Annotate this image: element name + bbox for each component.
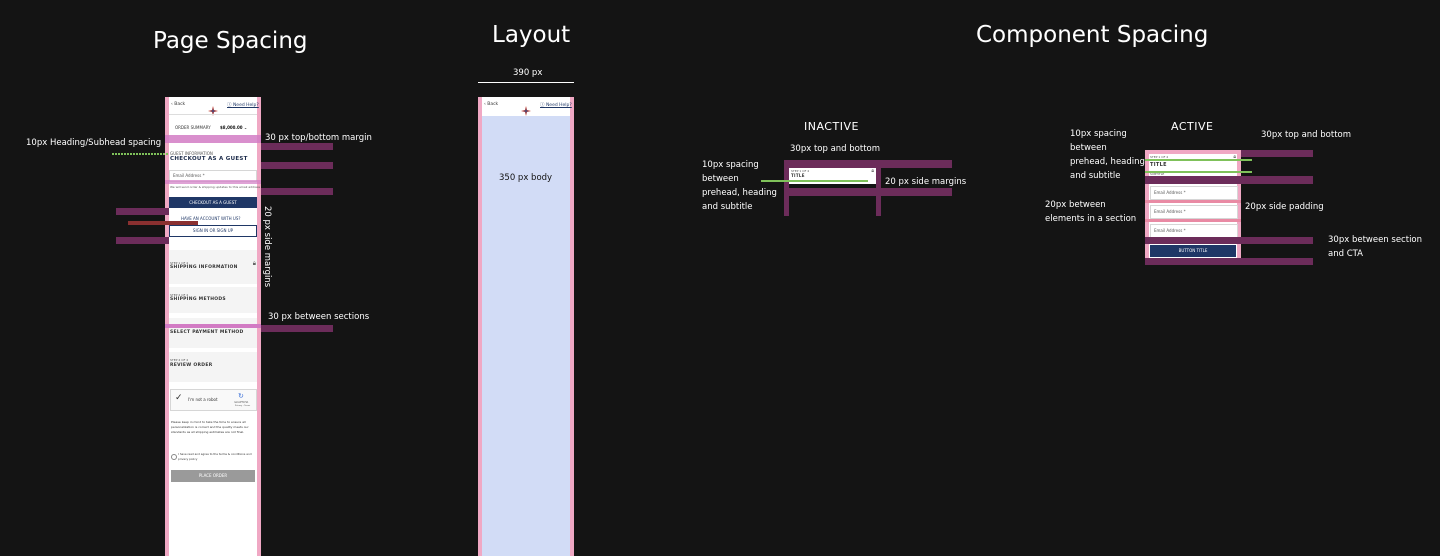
field-spacing-guide	[165, 180, 261, 184]
captcha-box[interactable]: ✓ I'm not a robot ↻ reCAPTCHA Privacy - …	[170, 389, 257, 411]
layout-width-label: 390 px	[513, 68, 543, 78]
step-select-payment[interactable]: STEP 3 OF 4 SELECT PAYMENT METHOD	[169, 318, 257, 348]
layout-back-link[interactable]: ‹ Back	[484, 102, 498, 107]
section-gap-bar-2	[128, 221, 198, 225]
heading-spacing-guide	[112, 153, 168, 155]
section-gap-bar-1	[116, 208, 169, 215]
active-field-2[interactable]: Email Address *	[1150, 205, 1238, 219]
active-note-elements: 20px between elements in a section	[1045, 200, 1137, 224]
step-shipping-information[interactable]: STEP 1 OF 4 SHIPPING INFORMATION 🔒︎	[169, 250, 257, 284]
order-summary-label: ORDER SUMMARY	[175, 125, 211, 130]
inactive-label: INACTIVE	[804, 120, 859, 133]
checkout-heading: CHECKOUT AS A GUEST	[170, 156, 248, 162]
layout-right-margin	[570, 97, 574, 556]
active-field-3[interactable]: Email Address *	[1150, 224, 1238, 238]
bottom-margin-bar	[261, 188, 333, 195]
between-sections-guide	[165, 324, 261, 328]
need-help-link[interactable]: ⓘ Need Help?	[227, 102, 259, 108]
active-prehead-guide-2	[1145, 171, 1252, 173]
inactive-note-prehead: 10px spacing between prehead, heading an…	[702, 160, 777, 212]
header-divider	[169, 114, 257, 115]
inactive-bottom-bar	[784, 188, 952, 196]
active-note-top-bottom: 30px top and bottom	[1261, 130, 1352, 140]
sign-in-button[interactable]: SIGN IN OR SIGN UP	[169, 225, 257, 237]
agree-checkbox[interactable]	[171, 454, 177, 460]
active-prehead-guide-1	[1145, 159, 1252, 161]
agree-text: I have read and agree to the terms & con…	[178, 452, 252, 461]
heading-margin-bar	[261, 162, 333, 169]
layout-body-label: 350 px body	[499, 173, 553, 183]
recaptcha-icon: ↻	[238, 392, 244, 400]
inactive-lock-icon: 🔒︎	[871, 168, 874, 174]
note-heading-subhead: 10px Heading/Subhead spacing	[26, 138, 162, 148]
active-field-1[interactable]: Email Address *	[1150, 186, 1238, 200]
back-link[interactable]: ‹ Back	[171, 102, 185, 107]
component-spacing-title: Component Spacing	[976, 22, 1209, 48]
inactive-note-top-bottom: 30px top and bottom	[790, 144, 881, 154]
note-side-margins: 20 px side margins	[262, 206, 272, 288]
inactive-note-side: 20 px side margins	[885, 177, 967, 187]
inactive-top-bar	[784, 160, 952, 168]
checkout-guest-button[interactable]: CHECKOUT AS A GUEST	[169, 197, 257, 208]
note-between-sections: 30 px between sections	[268, 312, 370, 322]
page-spacing-title: Page Spacing	[153, 28, 308, 54]
lock-icon: 🔒︎	[252, 260, 256, 267]
top-margin-guide	[165, 135, 261, 143]
layout-title: Layout	[492, 22, 571, 48]
checkmark-icon: ✓	[175, 393, 183, 403]
active-top-bar	[1241, 150, 1313, 157]
layout-width-line	[478, 82, 574, 83]
step-review-order[interactable]: STEP 4 OF 4 REVIEW ORDER	[169, 352, 257, 382]
active-cta-gap-bar	[1145, 237, 1313, 244]
active-gap-guide-2	[1145, 219, 1241, 222]
place-order-button[interactable]: PLACE ORDER	[171, 470, 255, 482]
section-gap-bar-3	[116, 237, 169, 244]
active-note-side-padding: 20px side padding	[1245, 202, 1324, 212]
layout-need-help-link[interactable]: ⓘ Need Help?	[540, 102, 572, 108]
email-disclaimer: We will send order & shipping updates to…	[170, 185, 261, 189]
layout-logo-icon	[521, 101, 531, 116]
logo-icon	[208, 101, 218, 116]
active-note-prehead: 10px spacing between prehead, heading an…	[1070, 129, 1145, 181]
personalization-notice: Please keep in mind to take the time to …	[171, 420, 249, 434]
step-shipping-methods[interactable]: STEP 2 OF 4 SHIPPING METHODS	[169, 287, 257, 313]
order-total[interactable]: $8,000.00 ⌄	[220, 125, 247, 130]
active-bottom-bar	[1145, 258, 1313, 265]
active-gap-guide-1	[1145, 200, 1241, 203]
active-label: ACTIVE	[1171, 120, 1214, 133]
active-button[interactable]: BUTTON TITLE	[1150, 245, 1236, 257]
active-heading-bar	[1145, 176, 1313, 184]
inactive-prehead-guide	[761, 180, 868, 182]
note-top-bottom-margin: 30 px top/bottom margin	[265, 133, 372, 143]
active-note-cta: 30px between section and CTA	[1328, 235, 1423, 259]
between-sections-bar	[261, 325, 333, 332]
